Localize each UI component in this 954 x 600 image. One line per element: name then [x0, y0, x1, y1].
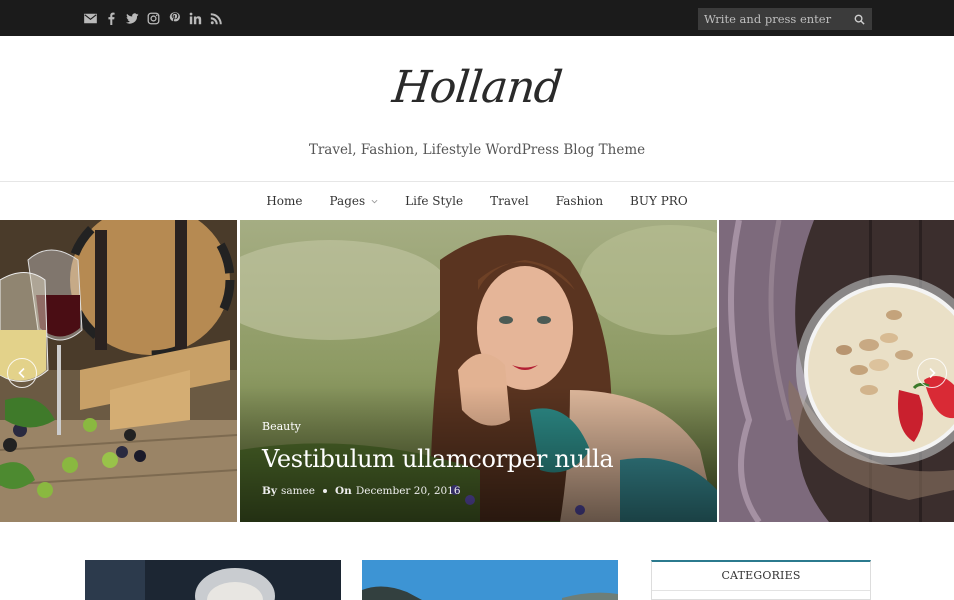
chevron-left-icon	[18, 367, 25, 379]
chevron-down-icon	[371, 199, 378, 203]
nav-item-fashion[interactable]: Fashion	[542, 182, 616, 220]
slide-date: December 20, 2016	[355, 485, 461, 497]
linkedin-icon[interactable]	[189, 11, 202, 25]
widget-divider	[652, 590, 870, 591]
search-input[interactable]	[698, 8, 848, 30]
post-thumbnail-1	[85, 560, 341, 600]
slide-title[interactable]: Vestibulum ullamcorper nulla	[262, 445, 614, 473]
slider-prev-button[interactable]	[7, 358, 37, 388]
slider-next-button[interactable]	[917, 358, 947, 388]
separator-dot	[323, 489, 328, 493]
post-thumbnail-2	[362, 560, 618, 600]
widget-title: CATEGORIES	[721, 569, 801, 582]
slide-featured[interactable]: Beauty Vestibulum ullamcorper nulla By s…	[240, 220, 717, 522]
site-logo[interactable]: Holland	[0, 62, 954, 113]
search-icon[interactable]	[848, 8, 870, 30]
featured-slider: Beauty Vestibulum ullamcorper nulla By s…	[0, 220, 954, 522]
instagram-icon[interactable]	[147, 11, 160, 25]
email-icon[interactable]	[84, 11, 97, 25]
facebook-icon[interactable]	[105, 11, 118, 25]
site-tagline: Travel, Fashion, Lifestyle WordPress Blo…	[308, 142, 646, 158]
nav-item-pages[interactable]: Pages	[316, 182, 392, 220]
top-bar	[0, 0, 954, 36]
nav-item-life-style[interactable]: Life Style	[392, 182, 477, 220]
on-label: On	[335, 485, 352, 497]
nav-item-home[interactable]: Home	[253, 182, 316, 220]
main-nav: Home Pages Life Style Travel Fashion BUY…	[0, 181, 954, 220]
slide-meta: Beauty Vestibulum ullamcorper nulla By s…	[262, 420, 614, 497]
post-card-image-2[interactable]	[362, 560, 618, 600]
nav-item-pages-label: Pages	[329, 194, 366, 208]
nav-item-travel[interactable]: Travel	[477, 182, 543, 220]
nav-item-buy-pro[interactable]: BUY PRO	[617, 182, 702, 220]
chevron-right-icon	[929, 367, 936, 379]
categories-widget: CATEGORIES	[651, 560, 871, 600]
search-box	[698, 8, 872, 30]
pinterest-icon[interactable]	[168, 11, 181, 25]
slide-author[interactable]: samee	[281, 485, 315, 497]
twitter-icon[interactable]	[126, 11, 139, 25]
slide-category[interactable]: Beauty	[262, 420, 613, 433]
social-links	[84, 10, 223, 26]
rss-icon[interactable]	[210, 11, 223, 25]
slide-byline: By samee On December 20, 2016	[262, 485, 613, 497]
by-label: By	[262, 485, 277, 497]
post-card-image-1[interactable]	[85, 560, 341, 600]
